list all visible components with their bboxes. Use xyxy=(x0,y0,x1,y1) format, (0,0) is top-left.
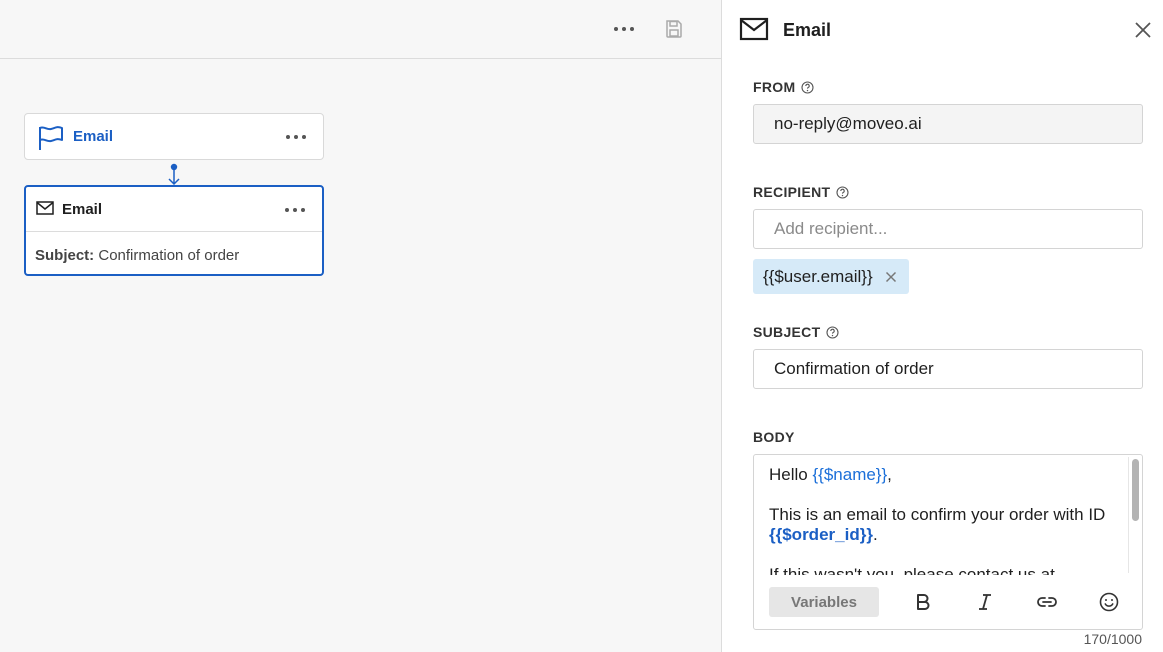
email-node-subject: Subject: Confirmation of order xyxy=(35,247,239,264)
panel-title: Email xyxy=(783,20,832,40)
node-more-icon[interactable] xyxy=(285,131,307,143)
emoji-icon[interactable] xyxy=(1097,590,1121,614)
subject-value: Confirmation of order xyxy=(98,247,240,264)
start-node-title: Email xyxy=(73,128,114,145)
mail-icon xyxy=(739,17,769,41)
from-label: FROM xyxy=(753,79,814,95)
body-text-segment: This is an email to confirm your order w… xyxy=(769,505,1106,524)
body-text[interactable]: Hello {{$name}}, This is an email to con… xyxy=(769,465,1109,575)
close-icon[interactable] xyxy=(1134,21,1152,39)
variable-order-id: {{$order_id}} xyxy=(769,525,873,544)
body-line-3: If this wasn't you, please contact us at xyxy=(769,565,1109,575)
recipient-chip[interactable]: {{$user.email}} xyxy=(753,259,909,294)
from-field[interactable]: no-reply@moveo.ai xyxy=(753,104,1143,144)
scrollbar-thumb[interactable] xyxy=(1132,459,1139,521)
save-icon[interactable] xyxy=(664,19,684,39)
recipient-placeholder: Add recipient... xyxy=(774,219,888,238)
subject-label: SUBJECT xyxy=(753,324,840,340)
from-label-text: FROM xyxy=(753,79,796,95)
subject-input-value: Confirmation of order xyxy=(774,359,934,378)
recipient-label: RECIPIENT xyxy=(753,184,849,200)
subject-input[interactable]: Confirmation of order xyxy=(753,349,1143,389)
recipient-label-text: RECIPIENT xyxy=(753,184,831,200)
subject-label: Subject: xyxy=(35,247,95,264)
from-value: no-reply@moveo.ai xyxy=(774,114,922,133)
help-icon[interactable] xyxy=(801,80,814,94)
italic-icon[interactable] xyxy=(973,590,997,614)
body-line-2: This is an email to confirm your order w… xyxy=(769,505,1109,545)
help-icon[interactable] xyxy=(826,325,840,339)
body-line-1: Hello {{$name}}, xyxy=(769,465,1109,485)
body-text-segment: . xyxy=(872,525,878,544)
start-node[interactable]: Email xyxy=(24,113,324,160)
character-counter: 170/1000 xyxy=(1083,631,1142,647)
email-node-title: Email xyxy=(62,201,103,218)
bold-icon[interactable] xyxy=(911,590,935,614)
body-text-segment: , xyxy=(887,465,892,484)
remove-chip-icon[interactable] xyxy=(885,271,897,283)
panel-header: Email xyxy=(722,0,1163,60)
subject-label-text: SUBJECT xyxy=(753,324,821,340)
email-settings-panel: Email FROM no-reply@moveo.ai RECIPIENT A… xyxy=(721,0,1163,652)
body-toolbar: Variables xyxy=(754,575,1142,629)
flow-canvas[interactable]: Email Email Subject: Confirmation of ord… xyxy=(0,0,721,652)
node-more-icon[interactable] xyxy=(284,204,306,216)
recipient-input[interactable]: Add recipient... xyxy=(753,209,1143,249)
body-scrollbar[interactable] xyxy=(1128,457,1140,573)
link-icon[interactable] xyxy=(1035,590,1059,614)
body-editor[interactable]: Hello {{$name}}, This is an email to con… xyxy=(753,454,1143,630)
connector-arrow xyxy=(168,163,180,186)
body-label: BODY xyxy=(753,429,795,445)
recipient-chip-label: {{$user.email}} xyxy=(763,266,873,286)
email-node[interactable]: Email Subject: Confirmation of order xyxy=(24,185,324,276)
ellipsis-icon[interactable] xyxy=(612,20,636,38)
email-node-header: Email xyxy=(26,187,322,232)
help-icon[interactable] xyxy=(836,185,849,199)
body-text-segment: Hello xyxy=(769,465,813,484)
body-label-text: BODY xyxy=(753,429,795,445)
variables-button[interactable]: Variables xyxy=(769,587,879,617)
body-text-segment: If this wasn't you, please contact us at xyxy=(769,565,1055,575)
mail-icon xyxy=(36,201,54,215)
canvas-toolbar xyxy=(0,0,721,59)
flag-icon xyxy=(39,126,63,150)
variable-name: {{$name}} xyxy=(812,465,888,484)
